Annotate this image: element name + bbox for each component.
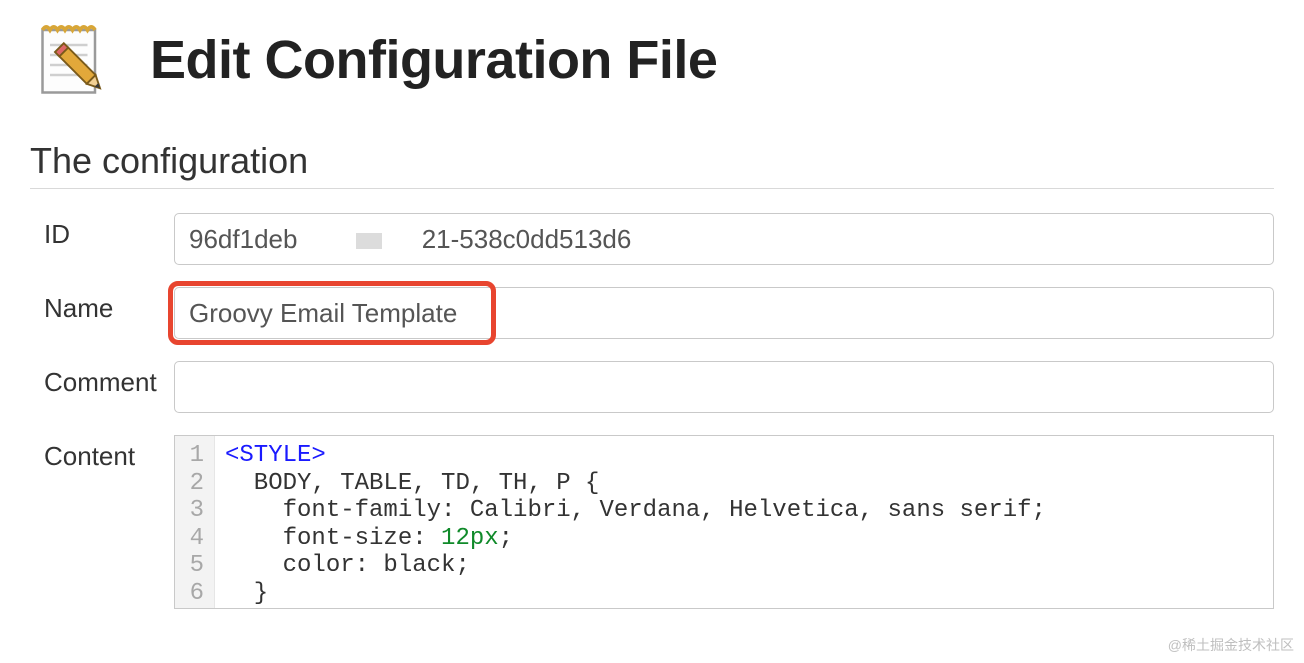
line-number: 4 bbox=[183, 525, 204, 553]
code-gutter: 123456 bbox=[175, 436, 215, 608]
section-title: The configuration bbox=[30, 140, 1274, 182]
name-label: Name bbox=[44, 287, 174, 324]
comment-label: Comment bbox=[44, 361, 174, 398]
content-label: Content bbox=[44, 435, 174, 472]
id-input[interactable] bbox=[174, 213, 1274, 265]
line-number: 2 bbox=[183, 470, 204, 498]
id-label: ID bbox=[44, 213, 174, 250]
code-line: color: black; bbox=[225, 552, 1046, 580]
page-title: Edit Configuration File bbox=[150, 29, 717, 91]
page-header: Edit Configuration File bbox=[30, 20, 1274, 100]
watermark-text: @稀土掘金技术社区 bbox=[1168, 635, 1294, 655]
code-line: font-size: 12px; bbox=[225, 525, 1046, 553]
code-line: BODY, TABLE, TD, TH, P { bbox=[225, 470, 1046, 498]
code-content[interactable]: <STYLE> BODY, TABLE, TD, TH, P { font-fa… bbox=[215, 436, 1046, 608]
comment-input[interactable] bbox=[174, 361, 1274, 413]
section-divider bbox=[30, 188, 1274, 189]
name-input[interactable] bbox=[174, 287, 1274, 339]
content-code-editor[interactable]: 123456 <STYLE> BODY, TABLE, TD, TH, P { … bbox=[174, 435, 1274, 609]
line-number: 5 bbox=[183, 552, 204, 580]
notepad-edit-icon bbox=[30, 20, 110, 100]
line-number: 1 bbox=[183, 442, 204, 470]
code-line: <STYLE> bbox=[225, 442, 1046, 470]
line-number: 6 bbox=[183, 580, 204, 608]
code-line: } bbox=[225, 580, 1046, 608]
line-number: 3 bbox=[183, 497, 204, 525]
code-line: font-family: Calibri, Verdana, Helvetica… bbox=[225, 497, 1046, 525]
